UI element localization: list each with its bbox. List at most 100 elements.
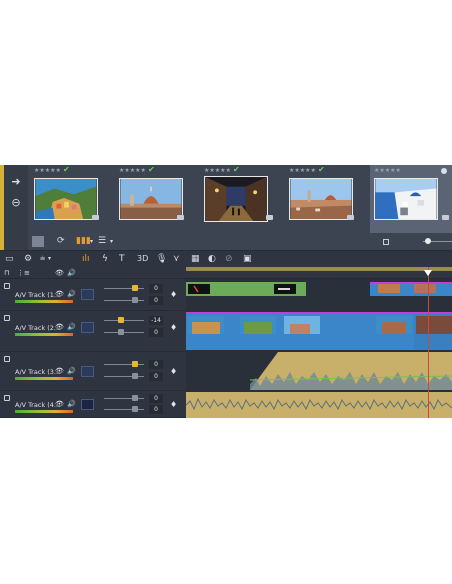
rating-stars[interactable]: ★★★★★ xyxy=(204,167,231,174)
lock-icon[interactable] xyxy=(4,315,10,321)
razor-icon[interactable]: ϟ xyxy=(102,253,108,265)
playhead-line[interactable] xyxy=(428,267,429,418)
speaker-icon[interactable]: 🔊 xyxy=(67,268,76,279)
fx-icon[interactable]: ♦ xyxy=(170,400,177,409)
grid-view-icon[interactable]: ▮▮▮ xyxy=(76,236,91,247)
coastal-village-thumbnail[interactable] xyxy=(34,178,98,220)
title-icon[interactable]: T xyxy=(119,253,125,265)
chevron-down-icon[interactable]: ▾ xyxy=(90,236,93,247)
eye-icon[interactable]: 👁 xyxy=(55,323,64,331)
pan-slider-knob[interactable] xyxy=(118,329,124,335)
track-name[interactable]: A/V Track (2... xyxy=(15,324,60,332)
library-item-florence-dome[interactable]: ★★★★★ ✔ xyxy=(115,165,187,233)
lock-icon[interactable] xyxy=(4,395,10,401)
storyboard-icon[interactable]: ▭ xyxy=(5,253,14,265)
volume-value[interactable]: 0 xyxy=(149,394,163,403)
color-icon[interactable]: ◐ xyxy=(208,253,216,265)
fx-icon[interactable]: ♦ xyxy=(170,367,177,376)
pan-slider-knob[interactable] xyxy=(132,406,138,412)
rating-stars[interactable]: ★★★★★ xyxy=(119,167,146,174)
florence-dome-thumbnail[interactable] xyxy=(119,178,183,220)
fx-icon[interactable]: ♦ xyxy=(170,323,177,332)
transition-icon[interactable]: ⋎ xyxy=(173,253,180,265)
volume-slider[interactable] xyxy=(104,288,144,289)
voiceover-icon[interactable]: 🎙 xyxy=(156,253,167,265)
folder-icon[interactable] xyxy=(177,215,184,220)
track-name[interactable]: A/V Track (4... xyxy=(15,401,60,409)
speaker-icon[interactable]: 🔊 xyxy=(67,290,76,298)
track-header-1[interactable]: A/V Track (1... 👁 🔊 0 0 ♦ xyxy=(0,280,186,311)
pan-value[interactable]: 0 xyxy=(149,296,163,305)
rating-stars[interactable]: ★★★★★ xyxy=(34,167,61,174)
film-icon[interactable]: ▣ xyxy=(243,253,252,265)
lock-icon[interactable] xyxy=(4,356,10,362)
layers-icon[interactable] xyxy=(32,236,44,247)
monitor-icon[interactable] xyxy=(81,366,94,377)
pan-slider[interactable] xyxy=(104,300,144,301)
library-item-night-street[interactable]: ★★★★★ ✔ xyxy=(200,165,273,233)
library-item-coastal-village[interactable]: ★★★★★ ✔ xyxy=(30,165,102,233)
chapter-icon[interactable]: ▦ xyxy=(191,253,200,265)
pan-slider-knob[interactable] xyxy=(132,373,138,379)
volume-value[interactable]: -14 xyxy=(149,316,163,325)
lock-all-icon[interactable]: ⊓ xyxy=(4,268,9,279)
timeline-area[interactable] xyxy=(186,267,452,418)
audio-waveform-icon[interactable]: ılı xyxy=(82,253,90,265)
track-header-4[interactable]: A/V Track (4... 👁 🔊 0 0 ♦ xyxy=(0,392,186,418)
info-icon[interactable] xyxy=(441,168,447,174)
thumbnail-size-slider-knob[interactable] xyxy=(425,238,431,244)
snap-icon[interactable]: ⩧ xyxy=(40,253,45,265)
volume-value[interactable]: 0 xyxy=(149,284,163,293)
sync-icon[interactable]: ⟳ xyxy=(57,236,65,247)
volume-slider[interactable] xyxy=(104,320,144,321)
settings-icon[interactable]: ⚙ xyxy=(24,253,32,265)
track-name[interactable]: A/V Track (1... xyxy=(15,291,60,299)
pan-slider[interactable] xyxy=(104,332,144,333)
monitor-icon[interactable] xyxy=(81,399,94,410)
volume-slider-knob[interactable] xyxy=(118,317,124,323)
pan-value[interactable]: 0 xyxy=(149,328,163,337)
lock-icon[interactable] xyxy=(4,283,10,289)
playhead-handle[interactable] xyxy=(424,270,432,276)
volume-slider-knob[interactable] xyxy=(132,361,138,367)
list-view-icon[interactable]: ☰ xyxy=(98,236,106,247)
eye-icon[interactable]: 👁 xyxy=(55,367,64,375)
back-icon[interactable]: ⊖ xyxy=(10,197,22,209)
eye-icon[interactable]: 👁 xyxy=(55,290,64,298)
chevron-down-icon[interactable]: ▾ xyxy=(110,236,113,247)
volume-slider[interactable] xyxy=(104,398,144,399)
speaker-icon[interactable]: 🔊 xyxy=(67,323,76,331)
eye-icon[interactable]: 👁 xyxy=(55,400,64,408)
rating-stars[interactable]: ★★★★★ xyxy=(374,167,401,174)
thumbnail-size-small-icon[interactable] xyxy=(383,239,389,245)
chevron-down-icon[interactable]: ▾ xyxy=(48,253,51,265)
volume-slider[interactable] xyxy=(104,364,144,365)
eye-icon[interactable]: 👁 xyxy=(55,268,64,279)
volume-slider-knob[interactable] xyxy=(132,395,138,401)
library-item-city-panorama[interactable]: ★★★★★ ✔ xyxy=(285,165,357,233)
pan-slider[interactable] xyxy=(104,376,144,377)
pan-slider[interactable] xyxy=(104,409,144,410)
arrow-right-icon[interactable]: ➜ xyxy=(10,176,22,188)
speaker-icon[interactable]: 🔊 xyxy=(67,367,76,375)
folder-icon[interactable] xyxy=(266,215,273,220)
track-header-2[interactable]: A/V Track (2... 👁 🔊 -14 0 ♦ xyxy=(0,312,186,352)
pan-slider-knob[interactable] xyxy=(132,297,138,303)
monitor-icon[interactable] xyxy=(81,322,94,333)
fx-icon[interactable]: ♦ xyxy=(170,290,177,299)
speaker-icon[interactable]: 🔊 xyxy=(67,400,76,408)
timeline-clips[interactable] xyxy=(186,280,452,418)
volume-value[interactable]: 0 xyxy=(149,360,163,369)
pan-value[interactable]: 0 xyxy=(149,372,163,381)
rating-stars[interactable]: ★★★★★ xyxy=(289,167,316,174)
santorini-thumbnail[interactable] xyxy=(374,178,438,220)
link-icon[interactable]: ⊘ xyxy=(225,253,233,265)
night-street-thumbnail[interactable] xyxy=(204,176,268,222)
track-list-icon[interactable]: ⋮≡ xyxy=(17,268,30,279)
3d-icon[interactable]: 3D xyxy=(137,253,148,265)
monitor-icon[interactable] xyxy=(81,289,94,300)
timeline-ruler[interactable] xyxy=(186,267,452,279)
library-item-santorini[interactable]: ★★★★★ xyxy=(370,165,452,233)
volume-slider-knob[interactable] xyxy=(132,285,138,291)
city-panorama-thumbnail[interactable] xyxy=(289,178,353,220)
